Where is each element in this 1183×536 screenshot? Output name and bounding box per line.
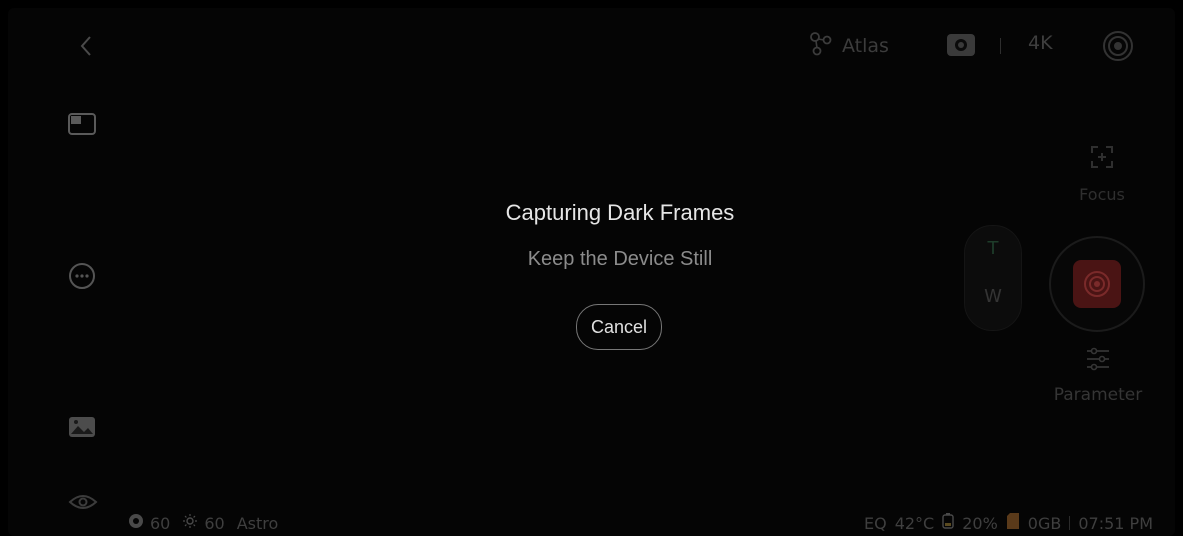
gallery-icon[interactable]: [68, 415, 96, 439]
zoom-tele-button[interactable]: T: [965, 238, 1021, 259]
camera-mode-icon[interactable]: [946, 32, 976, 58]
clock: 07:51 PM: [1078, 513, 1153, 533]
shooting-mode: Astro: [236, 513, 279, 533]
shutter-button[interactable]: [1049, 236, 1145, 332]
record-mode-icon[interactable]: [1102, 30, 1134, 62]
storage-icon: [1006, 513, 1020, 533]
more-icon[interactable]: [68, 262, 96, 290]
album-icon[interactable]: [68, 112, 96, 136]
parameter-label: Parameter: [1053, 385, 1143, 405]
dark-frame-dialog: Capturing Dark Frames Keep the Device St…: [420, 196, 820, 366]
zoom-control[interactable]: T W: [964, 225, 1022, 331]
atlas-button[interactable]: Atlas: [808, 30, 889, 62]
focus-button[interactable]: Focus: [1066, 145, 1138, 211]
sun-icon: [182, 513, 198, 533]
back-icon[interactable]: [74, 34, 98, 58]
temperature: 42°C: [894, 513, 935, 533]
focus-icon: [1090, 145, 1114, 169]
shutter-icon: [1073, 260, 1121, 308]
focus-label: Focus: [1079, 185, 1125, 204]
eye-icon[interactable]: [68, 490, 98, 514]
status-value-a: 60: [150, 513, 171, 533]
screen: Atlas 4K Focus T W Parameter Capturing D…: [0, 0, 1183, 536]
top-divider: [1000, 38, 1001, 54]
resolution-label[interactable]: 4K: [1028, 32, 1053, 54]
zoom-wide-button[interactable]: W: [965, 286, 1021, 307]
battery-level: 20%: [962, 513, 998, 533]
dialog-title: Capturing Dark Frames: [505, 200, 735, 225]
parameter-button[interactable]: Parameter: [1040, 345, 1156, 411]
aperture-icon: [128, 513, 144, 533]
status-value-b: 60: [204, 513, 225, 533]
eq-label: EQ: [863, 513, 887, 533]
cancel-button[interactable]: Cancel: [576, 304, 662, 350]
dialog-subtitle: Keep the Device Still: [527, 248, 713, 270]
atlas-icon: [808, 31, 834, 62]
status-bar-right: EQ 42°C 20% 0GB 07:51 PM: [864, 512, 1153, 534]
atlas-label: Atlas: [842, 35, 889, 57]
storage-remaining: 0GB: [1027, 513, 1062, 533]
status-divider: [1069, 516, 1071, 530]
parameter-icon: [1084, 345, 1112, 373]
status-bar-left: 60 60 Astro: [128, 512, 278, 534]
battery-icon: [942, 513, 954, 533]
